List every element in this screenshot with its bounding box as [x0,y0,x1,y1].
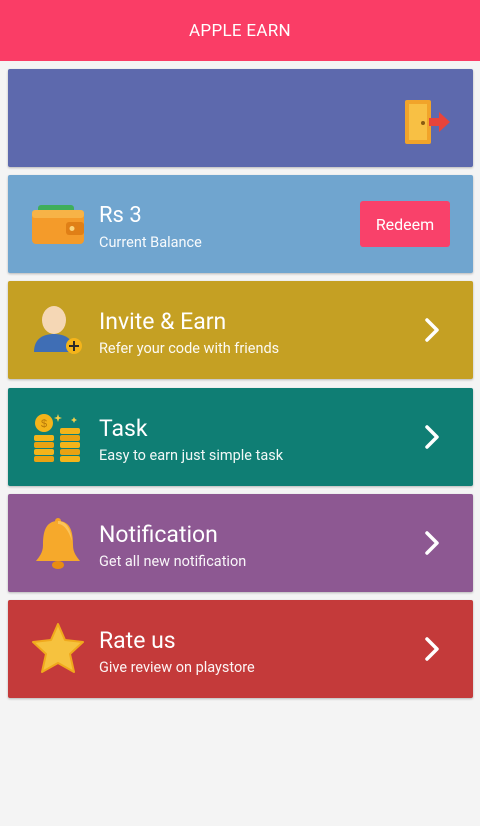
wallet-icon [30,196,86,252]
redeem-button[interactable]: Redeem [360,201,450,247]
balance-amount: Rs 3 [99,203,142,228]
invite-user-icon [30,302,86,358]
chevron-right-icon [421,422,443,452]
bell-icon [30,515,86,571]
balance-card: Rs 3 Current Balance Redeem [8,175,473,273]
svg-text:$: $ [41,418,47,430]
menu-item-subtitle: Refer your code with friends [99,340,280,357]
menu-item-subtitle: Easy to earn just simple task [99,447,284,464]
chevron-right-icon [421,634,443,664]
exit-door-icon[interactable] [399,97,451,147]
menu-item-notification[interactable]: Notification Get all new notification [8,494,473,592]
balance-label: Current Balance [99,234,202,251]
star-icon [30,621,86,677]
menu-item-title: Rate us [99,627,176,654]
menu-item-invite[interactable]: Invite & Earn Refer your code with frien… [8,281,473,379]
menu-item-subtitle: Get all new notification [99,553,247,570]
header-card [8,69,473,167]
coins-icon: $ [30,409,86,465]
menu-item-subtitle: Give review on playstore [99,659,255,676]
menu-item-title: Task [99,415,148,442]
chevron-right-icon [421,315,443,345]
menu-item-rate[interactable]: Rate us Give review on playstore [8,600,473,698]
menu-item-title: Invite & Earn [99,308,227,335]
menu-item-task[interactable]: $ Task Easy to earn just simple task [8,388,473,486]
app-bar: APPLE EARN [0,0,480,61]
chevron-right-icon [421,528,443,558]
app-title: APPLE EARN [189,20,291,41]
menu-item-title: Notification [99,521,218,548]
